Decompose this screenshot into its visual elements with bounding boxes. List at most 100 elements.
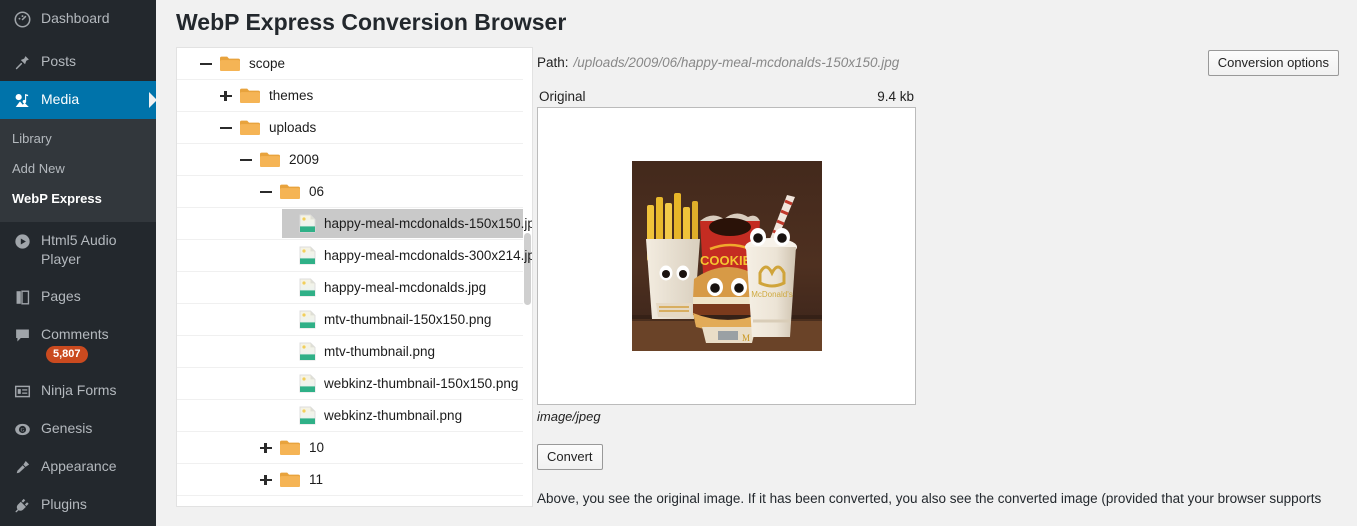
sidebar-item-label: Pages (41, 288, 81, 304)
folder-icon (219, 55, 241, 72)
status-badge: 5,807 (46, 346, 88, 363)
bottom-bar (156, 510, 1357, 526)
tree-row-label: webkinz-thumbnail-150x150.png (324, 376, 519, 391)
file-icon (299, 246, 316, 265)
page-title: WebP Express Conversion Browser (176, 9, 567, 35)
collapse-icon[interactable] (219, 121, 233, 135)
collapse-icon[interactable] (199, 57, 213, 71)
original-label: Original (539, 89, 586, 104)
file-icon (299, 214, 316, 233)
original-image-box: COOKIES M McDonald's (537, 107, 916, 405)
sidebar-item-label: Html5 Audio Player (41, 232, 117, 267)
svg-text:McDonald's: McDonald's (751, 290, 793, 299)
media-icon (12, 90, 32, 110)
tree-row-folder[interactable]: 06 (177, 176, 532, 208)
sidebar-item-comments[interactable]: Comments 5,807 (0, 316, 156, 372)
folder-icon (259, 151, 281, 168)
submenu-item-library[interactable]: Library (0, 124, 156, 154)
comments-label-text: Comments (41, 326, 109, 342)
conversion-options-button[interactable]: Conversion options (1207, 50, 1339, 76)
expand-icon[interactable] (259, 473, 273, 487)
tree-row-file[interactable]: webkinz-thumbnail-150x150.png (177, 368, 532, 400)
sidebar-item-media[interactable]: Media (0, 81, 156, 119)
submenu-item-webp-express[interactable]: WebP Express (0, 184, 156, 214)
play-circle-icon (12, 231, 32, 251)
help-text: Above, you see the original image. If it… (537, 491, 1322, 506)
tree-row-folder[interactable]: 11 (177, 464, 532, 496)
pages-icon (12, 287, 32, 307)
file-icon (299, 278, 316, 297)
submenu-item-add-new[interactable]: Add New (0, 154, 156, 184)
expand-icon[interactable] (219, 89, 233, 103)
sidebar-item-html5-audio-player[interactable]: Html5 Audio Player (0, 222, 156, 278)
tree-row-label: mtv-thumbnail-150x150.png (324, 312, 492, 327)
sidebar-item-plugins[interactable]: Plugins (0, 486, 156, 524)
detail-panel: Path: /uploads/2009/06/happy-meal-mcdona… (537, 47, 1357, 526)
original-header: Original 9.4 kb (537, 89, 916, 107)
media-submenu: Library Add New WebP Express (0, 119, 156, 222)
pushpin-icon (12, 52, 32, 72)
sidebar-item-label: Genesis (41, 420, 93, 436)
sidebar-item-pages[interactable]: Pages (0, 278, 156, 316)
svg-text:G: G (20, 427, 24, 433)
tree-row-label: happy-meal-mcdonalds.jpg (324, 280, 487, 295)
file-icon (299, 310, 316, 329)
tree-row-label: webkinz-thumbnail.png (324, 408, 463, 423)
tree-row-label: themes (269, 88, 314, 103)
tree-row-file[interactable]: happy-meal-mcdonalds-300x214.jpg (177, 240, 532, 272)
tree-row-file[interactable]: happy-meal-mcdonalds.jpg (177, 272, 532, 304)
convert-button[interactable]: Convert (537, 444, 603, 470)
path-label: Path: (537, 54, 569, 70)
tree-row-folder[interactable]: 10 (177, 432, 532, 464)
sidebar-item-genesis[interactable]: G Genesis (0, 410, 156, 448)
sidebar-item-ninja-forms[interactable]: Ninja Forms (0, 372, 156, 410)
sidebar-item-appearance[interactable]: Appearance (0, 448, 156, 486)
sidebar-item-label: Plugins (41, 496, 87, 512)
svg-text:M: M (742, 333, 750, 343)
tree-row-label: mtv-thumbnail.png (324, 344, 436, 359)
forms-icon (12, 381, 32, 401)
sidebar-item-dashboard[interactable]: Dashboard (0, 0, 156, 38)
tree-row-label: 10 (309, 440, 325, 455)
file-tree[interactable]: scope themes uploads 2009 06 happy-meal-mcdon… (177, 48, 532, 506)
folder-icon (239, 119, 261, 136)
tree-row-folder[interactable]: 2009 (177, 144, 532, 176)
tree-scrollbar-track[interactable] (523, 48, 532, 506)
genesis-icon: G (12, 419, 32, 439)
main-content: WebP Express Conversion Browser scope the… (156, 0, 1357, 526)
sidebar-item-label: Dashboard (41, 10, 110, 26)
tree-row-label: uploads (269, 120, 317, 135)
tree-row-folder[interactable]: themes (177, 80, 532, 112)
file-icon (299, 342, 316, 361)
tree-row-file[interactable]: webkinz-thumbnail.png (177, 400, 532, 432)
sidebar-item-posts[interactable]: Posts (0, 43, 156, 81)
tree-row-file[interactable]: mtv-thumbnail.png (177, 336, 532, 368)
sidebar-item-label: Ninja Forms (41, 382, 117, 398)
path-value: /uploads/2009/06/happy-meal-mcdonalds-15… (573, 54, 900, 70)
collapse-icon[interactable] (259, 185, 273, 199)
app-screen: Dashboard Posts Media Library Add New We… (0, 0, 1357, 526)
tree-row-file[interactable]: happy-meal-mcdonalds-150x150.jpg (177, 208, 532, 240)
collapse-icon[interactable] (239, 153, 253, 167)
comment-bubble-icon (12, 325, 32, 345)
dashboard-gauge-icon (12, 9, 32, 29)
tree-row-file[interactable]: mtv-thumbnail-150x150.png (177, 304, 532, 336)
mimetype-label: image/jpeg (537, 409, 601, 424)
tree-row-label: 2009 (289, 152, 320, 167)
folder-icon (279, 471, 301, 488)
sidebar-item-label: Appearance (41, 458, 117, 474)
tree-row-folder[interactable]: scope (177, 48, 532, 80)
path-row: Path: /uploads/2009/06/happy-meal-mcdona… (537, 47, 1339, 77)
paintbrush-icon (12, 457, 32, 477)
expand-icon[interactable] (259, 441, 273, 455)
tree-row-folder[interactable]: uploads (177, 112, 532, 144)
sidebar-item-label: Posts (41, 53, 77, 69)
tree-row-label: 06 (309, 184, 325, 199)
